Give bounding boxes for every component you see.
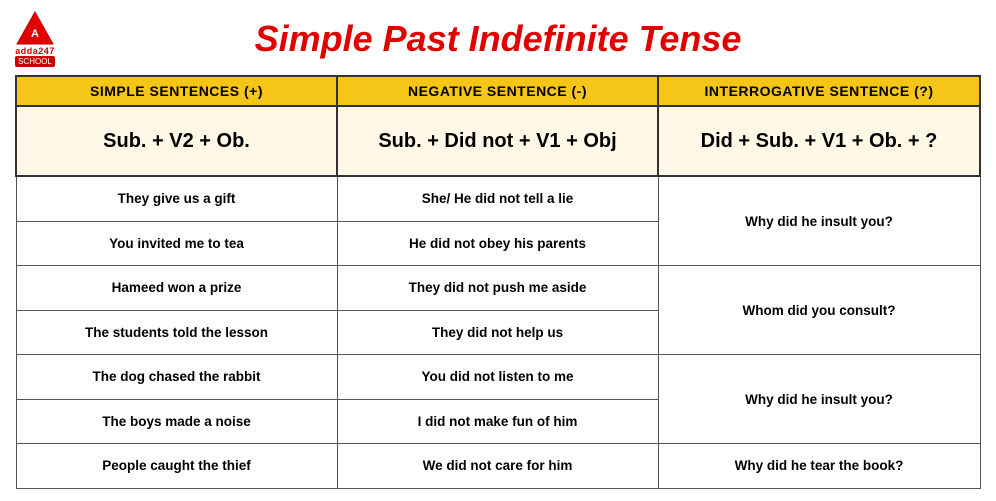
interrogative-row-4: Why did he insult you?	[658, 355, 980, 444]
page-wrapper: A adda247 SCHOOL Simple Past Indefinite …	[0, 0, 996, 501]
logo-icon: A	[15, 10, 55, 46]
col-header-simple: SIMPLE SENTENCES (+)	[16, 76, 337, 106]
logo-label: adda247	[15, 46, 55, 56]
table-row: People caught the thief We did not care …	[16, 444, 980, 489]
header-row: A adda247 SCHOOL Simple Past Indefinite …	[15, 10, 981, 67]
formula-row: Sub. + V2 + Ob. Sub. + Did not + V1 + Ob…	[16, 106, 980, 176]
col-header-interrogative: INTERROGATIVE SENTENCE (?)	[658, 76, 980, 106]
formula-negative: Sub. + Did not + V1 + Obj	[337, 106, 658, 176]
interrogative-row-0: Why did he insult you?	[658, 176, 980, 266]
main-table: SIMPLE SENTENCES (+) NEGATIVE SENTENCE (…	[15, 75, 981, 489]
negative-row-4: You did not listen to me	[337, 355, 658, 400]
simple-row-1: You invited me to tea	[16, 221, 337, 266]
negative-row-3: They did not help us	[337, 310, 658, 355]
simple-row-0: They give us a gift	[16, 176, 337, 221]
table-row: The dog chased the rabbit You did not li…	[16, 355, 980, 400]
negative-row-0: She/ He did not tell a lie	[337, 176, 658, 221]
negative-row-6: We did not care for him	[337, 444, 658, 489]
interrogative-row-2: Whom did you consult?	[658, 266, 980, 355]
simple-row-3: The students told the lesson	[16, 310, 337, 355]
table-row: Hameed won a prize They did not push me …	[16, 266, 980, 311]
table-row: They give us a gift She/ He did not tell…	[16, 176, 980, 221]
formula-simple: Sub. + V2 + Ob.	[16, 106, 337, 176]
column-header-row: SIMPLE SENTENCES (+) NEGATIVE SENTENCE (…	[16, 76, 980, 106]
simple-row-6: People caught the thief	[16, 444, 337, 489]
page-title: Simple Past Indefinite Tense	[65, 18, 981, 60]
negative-row-5: I did not make fun of him	[337, 399, 658, 444]
logo-area: A adda247 SCHOOL	[15, 10, 55, 67]
simple-row-4: The dog chased the rabbit	[16, 355, 337, 400]
col-header-negative: NEGATIVE SENTENCE (-)	[337, 76, 658, 106]
formula-interrogative: Did + Sub. + V1 + Ob. + ?	[658, 106, 980, 176]
negative-row-1: He did not obey his parents	[337, 221, 658, 266]
svg-text:A: A	[31, 28, 39, 40]
simple-row-2: Hameed won a prize	[16, 266, 337, 311]
negative-row-2: They did not push me aside	[337, 266, 658, 311]
interrogative-row-5: Why did he tear the book?	[658, 444, 980, 489]
simple-row-5: The boys made a noise	[16, 399, 337, 444]
logo-school: SCHOOL	[15, 56, 55, 67]
